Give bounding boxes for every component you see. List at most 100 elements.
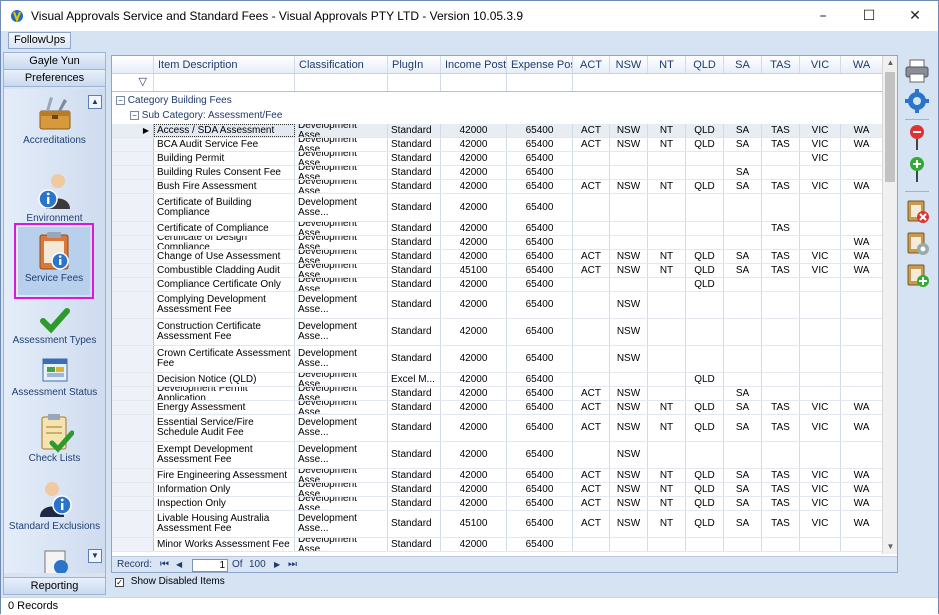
cell-nt[interactable]: NT bbox=[648, 511, 686, 537]
cell-qld[interactable]: QLD bbox=[686, 401, 724, 414]
cell-wa[interactable]: WA bbox=[841, 401, 883, 414]
cell-act[interactable] bbox=[573, 278, 610, 291]
col-tas[interactable]: TAS bbox=[762, 56, 800, 73]
cell-item-description[interactable]: BCA Audit Service Fee bbox=[154, 138, 295, 151]
cell-item-description[interactable]: Energy Assessment bbox=[154, 401, 295, 414]
table-row[interactable]: Construction Certificate Assessment Fee D… bbox=[112, 319, 883, 346]
cell-vic[interactable]: VIC bbox=[800, 483, 841, 496]
table-row[interactable]: Complying Development Assessment Fee Deve… bbox=[112, 292, 883, 319]
cell-nt[interactable]: NT bbox=[648, 469, 686, 482]
cell-item-description[interactable]: Inspection Only bbox=[154, 497, 295, 510]
cell-plugin[interactable]: Standard bbox=[388, 497, 441, 510]
table-row[interactable]: Fire Engineering Assessment Development A… bbox=[112, 469, 883, 483]
first-record-button[interactable]: ⏮ bbox=[160, 557, 169, 572]
nav-item-assessment-types[interactable]: Assessment Types bbox=[4, 305, 105, 353]
cell-wa[interactable]: WA bbox=[841, 138, 883, 151]
cell-nt[interactable] bbox=[648, 236, 686, 249]
row-indicator[interactable] bbox=[112, 538, 154, 551]
row-indicator[interactable] bbox=[112, 442, 154, 468]
row-indicator[interactable] bbox=[112, 222, 154, 235]
table-row[interactable]: Energy Assessment Development Asse... Stan… bbox=[112, 401, 883, 415]
cell-income-post[interactable]: 45100 bbox=[441, 511, 507, 537]
cell-tas[interactable]: TAS bbox=[762, 511, 800, 537]
table-row[interactable]: Change of Use Assessment Development Asse… bbox=[112, 250, 883, 264]
reporting-header[interactable]: Reporting bbox=[4, 577, 105, 594]
cell-qld[interactable]: QLD bbox=[686, 124, 724, 137]
cell-qld[interactable] bbox=[686, 194, 724, 221]
row-indicator[interactable] bbox=[112, 415, 154, 441]
cell-classification[interactable]: Development Asse... bbox=[295, 469, 388, 482]
cell-item-description[interactable]: Construction Certificate Assessment Fee bbox=[154, 319, 295, 345]
cell-nsw[interactable]: NSW bbox=[610, 401, 648, 414]
cell-expense-post[interactable]: 65400 bbox=[507, 442, 573, 468]
cell-act[interactable]: ACT bbox=[573, 401, 610, 414]
cell-item-description[interactable]: Decision Notice (QLD) bbox=[154, 373, 295, 386]
cell-classification[interactable]: Development Asse... bbox=[295, 250, 388, 263]
user-header[interactable]: Gayle Yun bbox=[4, 53, 105, 70]
cell-item-description[interactable]: Crown Certificate Assessment Fee bbox=[154, 346, 295, 372]
cell-nsw[interactable]: NSW bbox=[610, 442, 648, 468]
cell-qld[interactable]: QLD bbox=[686, 250, 724, 263]
cell-nt[interactable]: NT bbox=[648, 483, 686, 496]
cell-nsw[interactable]: NSW bbox=[610, 138, 648, 151]
cell-expense-post[interactable]: 65400 bbox=[507, 236, 573, 249]
cell-wa[interactable]: WA bbox=[841, 415, 883, 441]
cell-qld[interactable]: QLD bbox=[686, 373, 724, 386]
cell-expense-post[interactable]: 65400 bbox=[507, 152, 573, 165]
cell-nsw[interactable]: NSW bbox=[610, 292, 648, 318]
cell-tas[interactable] bbox=[762, 278, 800, 291]
cell-sa[interactable] bbox=[724, 152, 762, 165]
cell-expense-post[interactable]: 65400 bbox=[507, 250, 573, 263]
row-indicator[interactable] bbox=[112, 152, 154, 165]
cell-tas[interactable]: TAS bbox=[762, 138, 800, 151]
cell-plugin[interactable]: Excel M... bbox=[388, 373, 441, 386]
table-row[interactable]: ▶ Access / SDA Assessment Development Asse… bbox=[112, 124, 883, 138]
filter-item-description[interactable] bbox=[154, 74, 295, 91]
cell-act[interactable]: ACT bbox=[573, 497, 610, 510]
cell-plugin[interactable]: Standard bbox=[388, 469, 441, 482]
table-row[interactable]: Certificate of Building Compliance Develo… bbox=[112, 194, 883, 222]
cell-plugin[interactable]: Standard bbox=[388, 387, 441, 400]
cell-tas[interactable]: TAS bbox=[762, 401, 800, 414]
cell-tas[interactable] bbox=[762, 194, 800, 221]
cell-sa[interactable] bbox=[724, 236, 762, 249]
cell-act[interactable]: ACT bbox=[573, 138, 610, 151]
table-row[interactable]: Building Permit Development Asse... Standa… bbox=[112, 152, 883, 166]
scroll-up-arrow-icon[interactable]: ▲ bbox=[883, 56, 897, 70]
cell-income-post[interactable]: 42000 bbox=[441, 278, 507, 291]
table-row[interactable]: Minor Works Assessment Fee Development As… bbox=[112, 538, 883, 552]
cell-classification[interactable]: Development Asse... bbox=[295, 124, 388, 137]
cell-tas[interactable]: TAS bbox=[762, 180, 800, 193]
cell-plugin[interactable]: Standard bbox=[388, 538, 441, 551]
cell-tas[interactable] bbox=[762, 387, 800, 400]
cell-wa[interactable] bbox=[841, 373, 883, 386]
cell-expense-post[interactable]: 65400 bbox=[507, 373, 573, 386]
cell-nt[interactable] bbox=[648, 346, 686, 372]
cell-income-post[interactable]: 42000 bbox=[441, 387, 507, 400]
cell-expense-post[interactable]: 65400 bbox=[507, 264, 573, 277]
cell-plugin[interactable]: Standard bbox=[388, 152, 441, 165]
remove-red-icon[interactable] bbox=[903, 123, 931, 151]
cell-sa[interactable]: SA bbox=[724, 511, 762, 537]
cell-nt[interactable]: NT bbox=[648, 250, 686, 263]
cell-vic[interactable]: VIC bbox=[800, 152, 841, 165]
cell-sa[interactable]: SA bbox=[724, 387, 762, 400]
cell-income-post[interactable]: 42000 bbox=[441, 319, 507, 345]
cell-nsw[interactable]: NSW bbox=[610, 180, 648, 193]
cell-nsw[interactable] bbox=[610, 236, 648, 249]
table-row[interactable]: Combustible Cladding Audit Development As… bbox=[112, 264, 883, 278]
cell-nt[interactable] bbox=[648, 194, 686, 221]
cell-plugin[interactable]: Standard bbox=[388, 194, 441, 221]
cell-plugin[interactable]: Standard bbox=[388, 166, 441, 179]
cell-plugin[interactable]: Standard bbox=[388, 483, 441, 496]
row-indicator[interactable] bbox=[112, 346, 154, 372]
table-row[interactable]: Exempt Development Assessment Fee Develop… bbox=[112, 442, 883, 469]
cell-expense-post[interactable]: 65400 bbox=[507, 138, 573, 151]
cell-tas[interactable] bbox=[762, 346, 800, 372]
cell-expense-post[interactable]: 65400 bbox=[507, 319, 573, 345]
nav-item-standard-exclusions[interactable]: Standard Exclusions bbox=[4, 479, 105, 543]
cell-vic[interactable] bbox=[800, 194, 841, 221]
cell-income-post[interactable]: 42000 bbox=[441, 250, 507, 263]
cell-nt[interactable]: NT bbox=[648, 401, 686, 414]
row-indicator[interactable] bbox=[112, 483, 154, 496]
